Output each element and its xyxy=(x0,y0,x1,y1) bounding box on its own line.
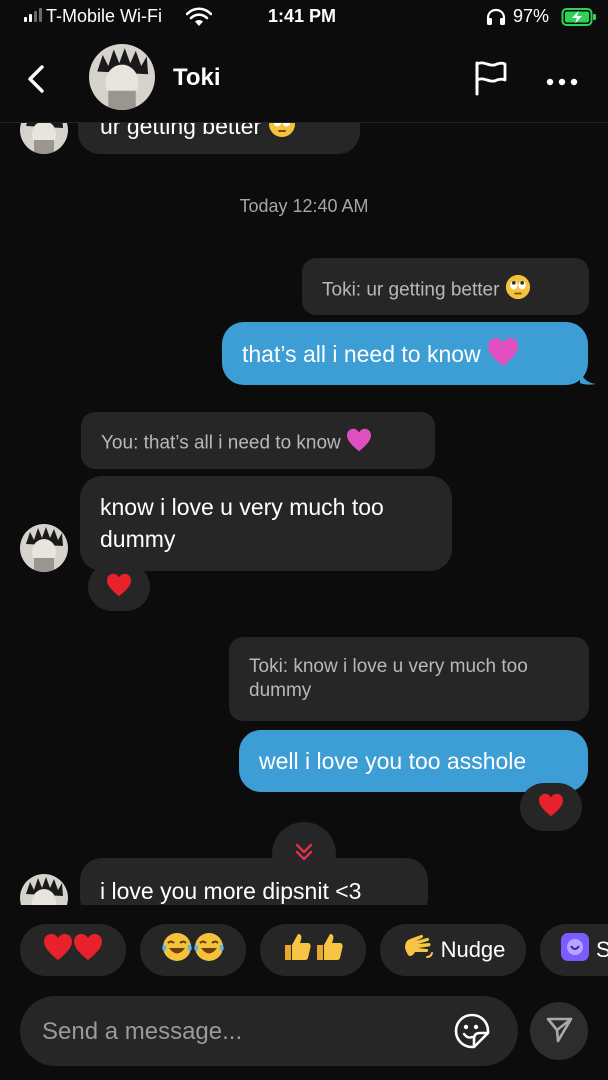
quick-reply-label: Nudge xyxy=(440,937,506,962)
message-text: know i love u very much too dummy xyxy=(100,494,384,552)
headphones-icon xyxy=(486,8,506,31)
contact-avatar[interactable] xyxy=(20,874,68,905)
message-text: that’s all i need to know xyxy=(242,341,481,368)
reply-quote-text: Toki: ur getting better xyxy=(322,279,500,301)
double-chevron-down-icon xyxy=(293,841,315,868)
contact-avatar[interactable] xyxy=(89,44,155,110)
message-input[interactable] xyxy=(40,996,444,1068)
cellular-signal-icon xyxy=(24,8,42,22)
thumbs-up-emoji-icon xyxy=(313,931,345,969)
pink-heart-emoji-icon xyxy=(487,337,519,375)
quick-reply-hearts[interactable] xyxy=(20,924,126,976)
reaction-badge[interactable] xyxy=(520,783,582,831)
send-button[interactable] xyxy=(530,1002,588,1060)
message-bubble-outgoing[interactable]: that’s all i need to know xyxy=(222,322,588,385)
reply-quote-text: Toki: know i love u very much too dummy xyxy=(249,656,528,701)
reply-quote[interactable]: You: that’s all i need to know xyxy=(81,412,435,469)
scroll-to-bottom-button[interactable] xyxy=(272,822,336,886)
message-text: i love you more dipshit <3 xyxy=(100,878,362,904)
quick-reply-row: Nudge S xyxy=(0,924,608,978)
carrier-label: T-Mobile Wi-Fi xyxy=(46,6,162,26)
quick-reply-thumbs-up[interactable] xyxy=(260,924,366,976)
status-time: 1:41 PM xyxy=(268,6,337,26)
waving-hand-icon xyxy=(401,931,435,969)
red-heart-icon xyxy=(43,933,73,967)
message-list[interactable]: ur getting better Today 12:40 AM Toki: u… xyxy=(0,0,608,905)
reply-quote[interactable]: Toki: know i love u very much too dummy xyxy=(229,637,589,721)
sticker-smiley-icon[interactable] xyxy=(454,1013,490,1054)
wifi-icon xyxy=(185,7,213,32)
back-arrow-icon[interactable] xyxy=(24,64,48,99)
reaction-badge[interactable] xyxy=(88,563,150,611)
reply-quote-text: You: that’s all i need to know xyxy=(101,432,341,454)
eye-roll-emoji-icon xyxy=(505,274,531,307)
battery-charging-icon xyxy=(561,7,597,32)
message-bubble-incoming[interactable]: i love you more dipshit <3 xyxy=(80,858,428,905)
message-composer xyxy=(20,996,518,1068)
thumbs-up-emoji-icon xyxy=(281,931,313,969)
red-heart-icon xyxy=(106,573,132,602)
contact-avatar[interactable] xyxy=(20,524,68,572)
battery-percentage: 97% xyxy=(513,6,550,26)
quick-reply-chip[interactable]: S xyxy=(540,924,608,976)
message-text: well i love you too asshole xyxy=(259,748,527,774)
red-heart-icon xyxy=(73,933,103,967)
bubble-tail xyxy=(580,369,596,385)
sticker-app-icon xyxy=(560,932,590,968)
send-arrow-icon xyxy=(545,1015,573,1048)
quick-reply-laughing[interactable] xyxy=(140,924,246,976)
tears-of-joy-emoji-icon xyxy=(193,931,225,969)
status-bar: T-Mobile Wi-Fi 1:41 PM 97% xyxy=(0,0,608,36)
message-bubble-outgoing[interactable]: well i love you too asshole xyxy=(239,730,588,792)
quick-reply-nudge[interactable]: Nudge xyxy=(380,924,526,976)
message-timestamp: Today 12:40 AM xyxy=(239,196,369,216)
chat-header: Toki xyxy=(0,36,608,123)
message-bubble-incoming[interactable]: know i love u very much too dummy xyxy=(80,476,452,571)
chat-screen: ur getting better Today 12:40 AM Toki: u… xyxy=(0,0,608,1080)
tears-of-joy-emoji-icon xyxy=(161,931,193,969)
flag-icon[interactable] xyxy=(474,60,508,101)
pink-heart-emoji-icon xyxy=(346,428,372,459)
contact-name[interactable]: Toki xyxy=(173,64,221,92)
more-options-icon[interactable] xyxy=(546,73,578,91)
quick-reply-label: S xyxy=(596,937,608,962)
red-heart-icon xyxy=(538,793,564,822)
reply-quote[interactable]: Toki: ur getting better xyxy=(302,258,589,315)
